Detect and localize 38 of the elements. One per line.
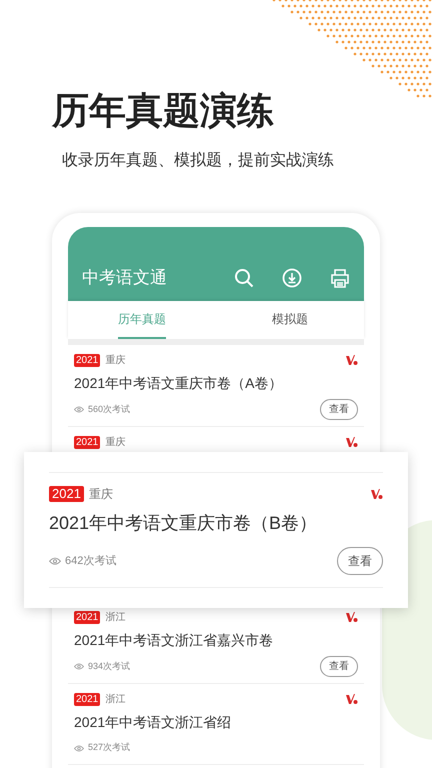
app-title: 中考语文通 [82, 267, 167, 290]
printer-icon[interactable] [330, 268, 350, 288]
region-label: 重庆 [105, 354, 126, 368]
vip-icon [346, 355, 358, 366]
region-label: 重庆 [105, 436, 126, 450]
eye-icon [49, 556, 61, 566]
view-button[interactable]: 查看 [337, 547, 383, 575]
vip-icon [346, 437, 358, 448]
tab[interactable]: 模拟题 [216, 301, 364, 339]
view-count: 642次考试 [65, 554, 116, 569]
view-button[interactable]: 查看 [320, 399, 358, 420]
vip-icon [371, 488, 383, 500]
year-tag: 2021 [74, 611, 100, 624]
paper-title[interactable]: 2021年中考语文浙江省嘉兴市卷 [74, 630, 358, 651]
view-count: 527次考试 [88, 741, 130, 754]
year-tag: 2021 [74, 693, 100, 706]
view-count: 560次考试 [88, 402, 130, 416]
vip-icon [346, 612, 358, 623]
year-tag: 2021 [74, 354, 100, 367]
download-icon[interactable] [282, 268, 302, 288]
paper-title[interactable]: 2021年中考语文浙江省绍 [74, 712, 358, 733]
featured-card[interactable]: 2021 重庆 2021年中考语文重庆市卷（B卷） 642次考试 查看 [24, 452, 408, 608]
eye-icon [74, 744, 84, 752]
eye-icon [74, 663, 84, 670]
headline: 历年真题演练 [52, 92, 275, 129]
view-count: 934次考试 [88, 660, 130, 673]
subtitle: 收录历年真题、模拟题，提前实战演练 [62, 150, 335, 171]
year-tag: 2021 [49, 486, 84, 502]
eye-icon [74, 406, 84, 413]
region-label: 重庆 [88, 486, 113, 503]
search-icon[interactable] [234, 268, 254, 288]
region-label: 浙江 [105, 692, 126, 707]
paper-title[interactable]: 2021年中考语文重庆市卷（A卷） [74, 373, 358, 394]
view-button[interactable]: 查看 [320, 656, 358, 677]
year-tag: 2021 [74, 436, 100, 449]
region-label: 浙江 [105, 610, 126, 625]
paper-title[interactable]: 2021年中考语文重庆市卷（B卷） [49, 510, 383, 537]
vip-icon [346, 694, 358, 705]
